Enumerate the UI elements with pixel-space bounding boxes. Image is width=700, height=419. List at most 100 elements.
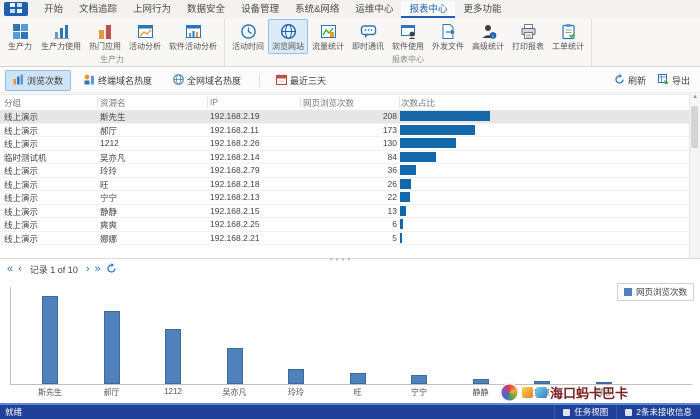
status-right-items: 任务视图2条未接收信息 [554,405,700,419]
menu-tab[interactable]: 报表中心 [401,1,455,18]
column-header[interactable]: 分组 [4,97,21,109]
scroll-up-icon[interactable]: ▲ [692,94,698,100]
splitter-handle[interactable]: •••• [330,255,353,264]
table-row[interactable]: 线上演示宁宁192.168.2.1322 [0,191,690,205]
ribbon-button[interactable]: 生产力 [3,19,37,54]
ribbon-button-label: 活动分析 [129,41,161,52]
cell-group: 线上演示 [4,192,96,204]
chart-legend: 网页浏览次数 [617,283,694,301]
ribbon-group: 活动时间浏览网站流量统计即时通讯软件使用外发文件i高级统计打印报表工单统计报表中… [225,18,592,66]
menu-tab[interactable]: 数据安全 [179,1,233,18]
ribbon-button[interactable]: 浏览网站 [268,19,308,54]
export-icon [658,74,669,87]
cell-ip: 192.168.2.26 [210,138,298,148]
table-row[interactable]: 线上演示娜娜192.168.2.215 [0,232,690,246]
chart-x-label: 斯先生 [20,387,80,398]
svg-text:i: i [492,34,493,40]
column-header[interactable]: IP [210,97,218,107]
menu-tab[interactable]: 开始 [36,1,71,18]
cell-count: 26 [300,179,397,189]
pager: « ‹ 记录 1 of 10 › » •••• [0,258,700,279]
chart-bar [411,375,427,384]
cell-count: 173 [300,125,397,135]
view-tab[interactable]: 全网域名热度 [165,70,249,91]
chart-bar [350,373,366,384]
menu-tab[interactable]: 设备管理 [233,1,287,18]
ribbon-button[interactable]: 活动分析 [125,19,165,54]
column-header[interactable]: 次数占比 [401,97,435,109]
export-button[interactable]: 导出 [658,74,690,87]
cell-count: 36 [300,165,397,175]
table-row[interactable]: 线上演示爽爽192.168.2.256 [0,218,690,232]
advanced-stats-icon: i [480,22,497,40]
ribbon-button[interactable]: 软件使用 [388,19,428,54]
ribbon-button-label: 软件活动分析 [169,41,217,52]
view-tab[interactable]: 终端域名热度 [76,70,160,91]
table-scrollbar[interactable]: ▲ [689,94,700,258]
ribbon-button[interactable]: 活动时间 [228,19,268,54]
chart-y-axis [10,287,11,385]
task-view-icon [563,409,570,416]
next-page-button[interactable]: › [86,264,90,274]
app-menu-button[interactable] [4,2,28,16]
column-header[interactable]: 资源名 [100,97,126,109]
table-row[interactable]: 线上演示斯先生192.168.2.19208 [0,110,690,124]
ribbon-button-label: 浏览网站 [272,41,304,52]
menu-tab[interactable]: 运维中心 [347,1,401,18]
date-range-label: 最近三天 [290,74,326,87]
software-use-icon [400,22,417,40]
status-item[interactable]: 任务视图 [554,405,616,419]
outgoing-file-icon [440,22,457,40]
last-page-button[interactable]: » [95,264,101,274]
cell-resource-name: 旺 [100,179,206,191]
count-proportion-bar [400,192,410,202]
table-row[interactable]: 线上演示郝厅192.168.2.11173 [0,124,690,138]
ribbon-button-label: 打印报表 [512,41,544,52]
action-label: 刷新 [628,74,646,87]
first-page-button[interactable]: « [7,264,13,274]
ribbon-button[interactable]: 软件活动分析 [165,19,221,54]
ribbon-button[interactable]: 即时通讯 [348,19,388,54]
chart-x-label: 吴亦凡 [205,387,265,398]
pager-refresh-icon[interactable] [106,263,117,276]
menu-tab[interactable]: 系统&网络 [287,1,347,18]
cell-resource-name: 郝厅 [100,125,206,137]
count-proportion-bar [400,125,475,135]
cell-group: 线上演示 [4,138,96,150]
view-tab[interactable]: 浏览次数 [5,70,71,91]
ribbon-button[interactable]: 流量统计 [308,19,348,54]
ribbon-button[interactable]: 打印报表 [508,19,548,54]
ribbon-button[interactable]: i高级统计 [468,19,508,54]
menu-tabs: 开始文档追踪上网行为数据安全设备管理系统&网络运维中心报表中心更多功能 [36,1,509,18]
menu-tab[interactable]: 更多功能 [455,1,509,18]
prev-page-button[interactable]: ‹ [18,264,22,274]
table-row[interactable]: 线上演示静静192.168.2.1513 [0,205,690,219]
ribbon-button[interactable]: 生产力使用 [37,19,85,54]
ribbon-button[interactable]: 工单统计 [548,19,588,54]
ribbon-button[interactable]: 外发文件 [428,19,468,54]
column-header[interactable]: 网页浏览次数 [303,97,354,109]
count-proportion-bar [400,206,406,216]
status-item[interactable]: 2条未接收信息 [616,405,700,419]
refresh-icon [614,74,625,87]
ribbon-button-label: 活动时间 [232,41,264,52]
cell-group: 线上演示 [4,179,96,191]
app-grid-icon [10,0,22,18]
menu-tab[interactable]: 上网行为 [125,1,179,18]
table-row[interactable]: 线上演示玲玲192.168.2.7936 [0,164,690,178]
watermark-text: 海口蚂卡巴卡 [550,383,628,402]
cell-resource-name: 静静 [100,206,206,218]
date-range-filter[interactable]: 最近三天 [270,71,332,90]
ribbon-button[interactable]: 热门应用 [85,19,125,54]
ribbon-button-label: 工单统计 [552,41,584,52]
watermark: 海口蚂卡巴卡 [500,383,628,402]
scrollbar-thumb[interactable] [691,106,698,148]
menu-tab[interactable]: 文档追踪 [71,1,125,18]
toolbar-separator [259,74,260,87]
table-row[interactable]: 临时测试机吴亦凡192.168.2.1484 [0,151,690,165]
table-row[interactable]: 线上演示旺192.168.2.1826 [0,178,690,192]
table-row[interactable]: 线上演示1212192.168.2.26130 [0,137,690,151]
column-divider [300,97,301,108]
ribbon-button-label: 高级统计 [472,41,504,52]
refresh-button[interactable]: 刷新 [614,74,646,87]
